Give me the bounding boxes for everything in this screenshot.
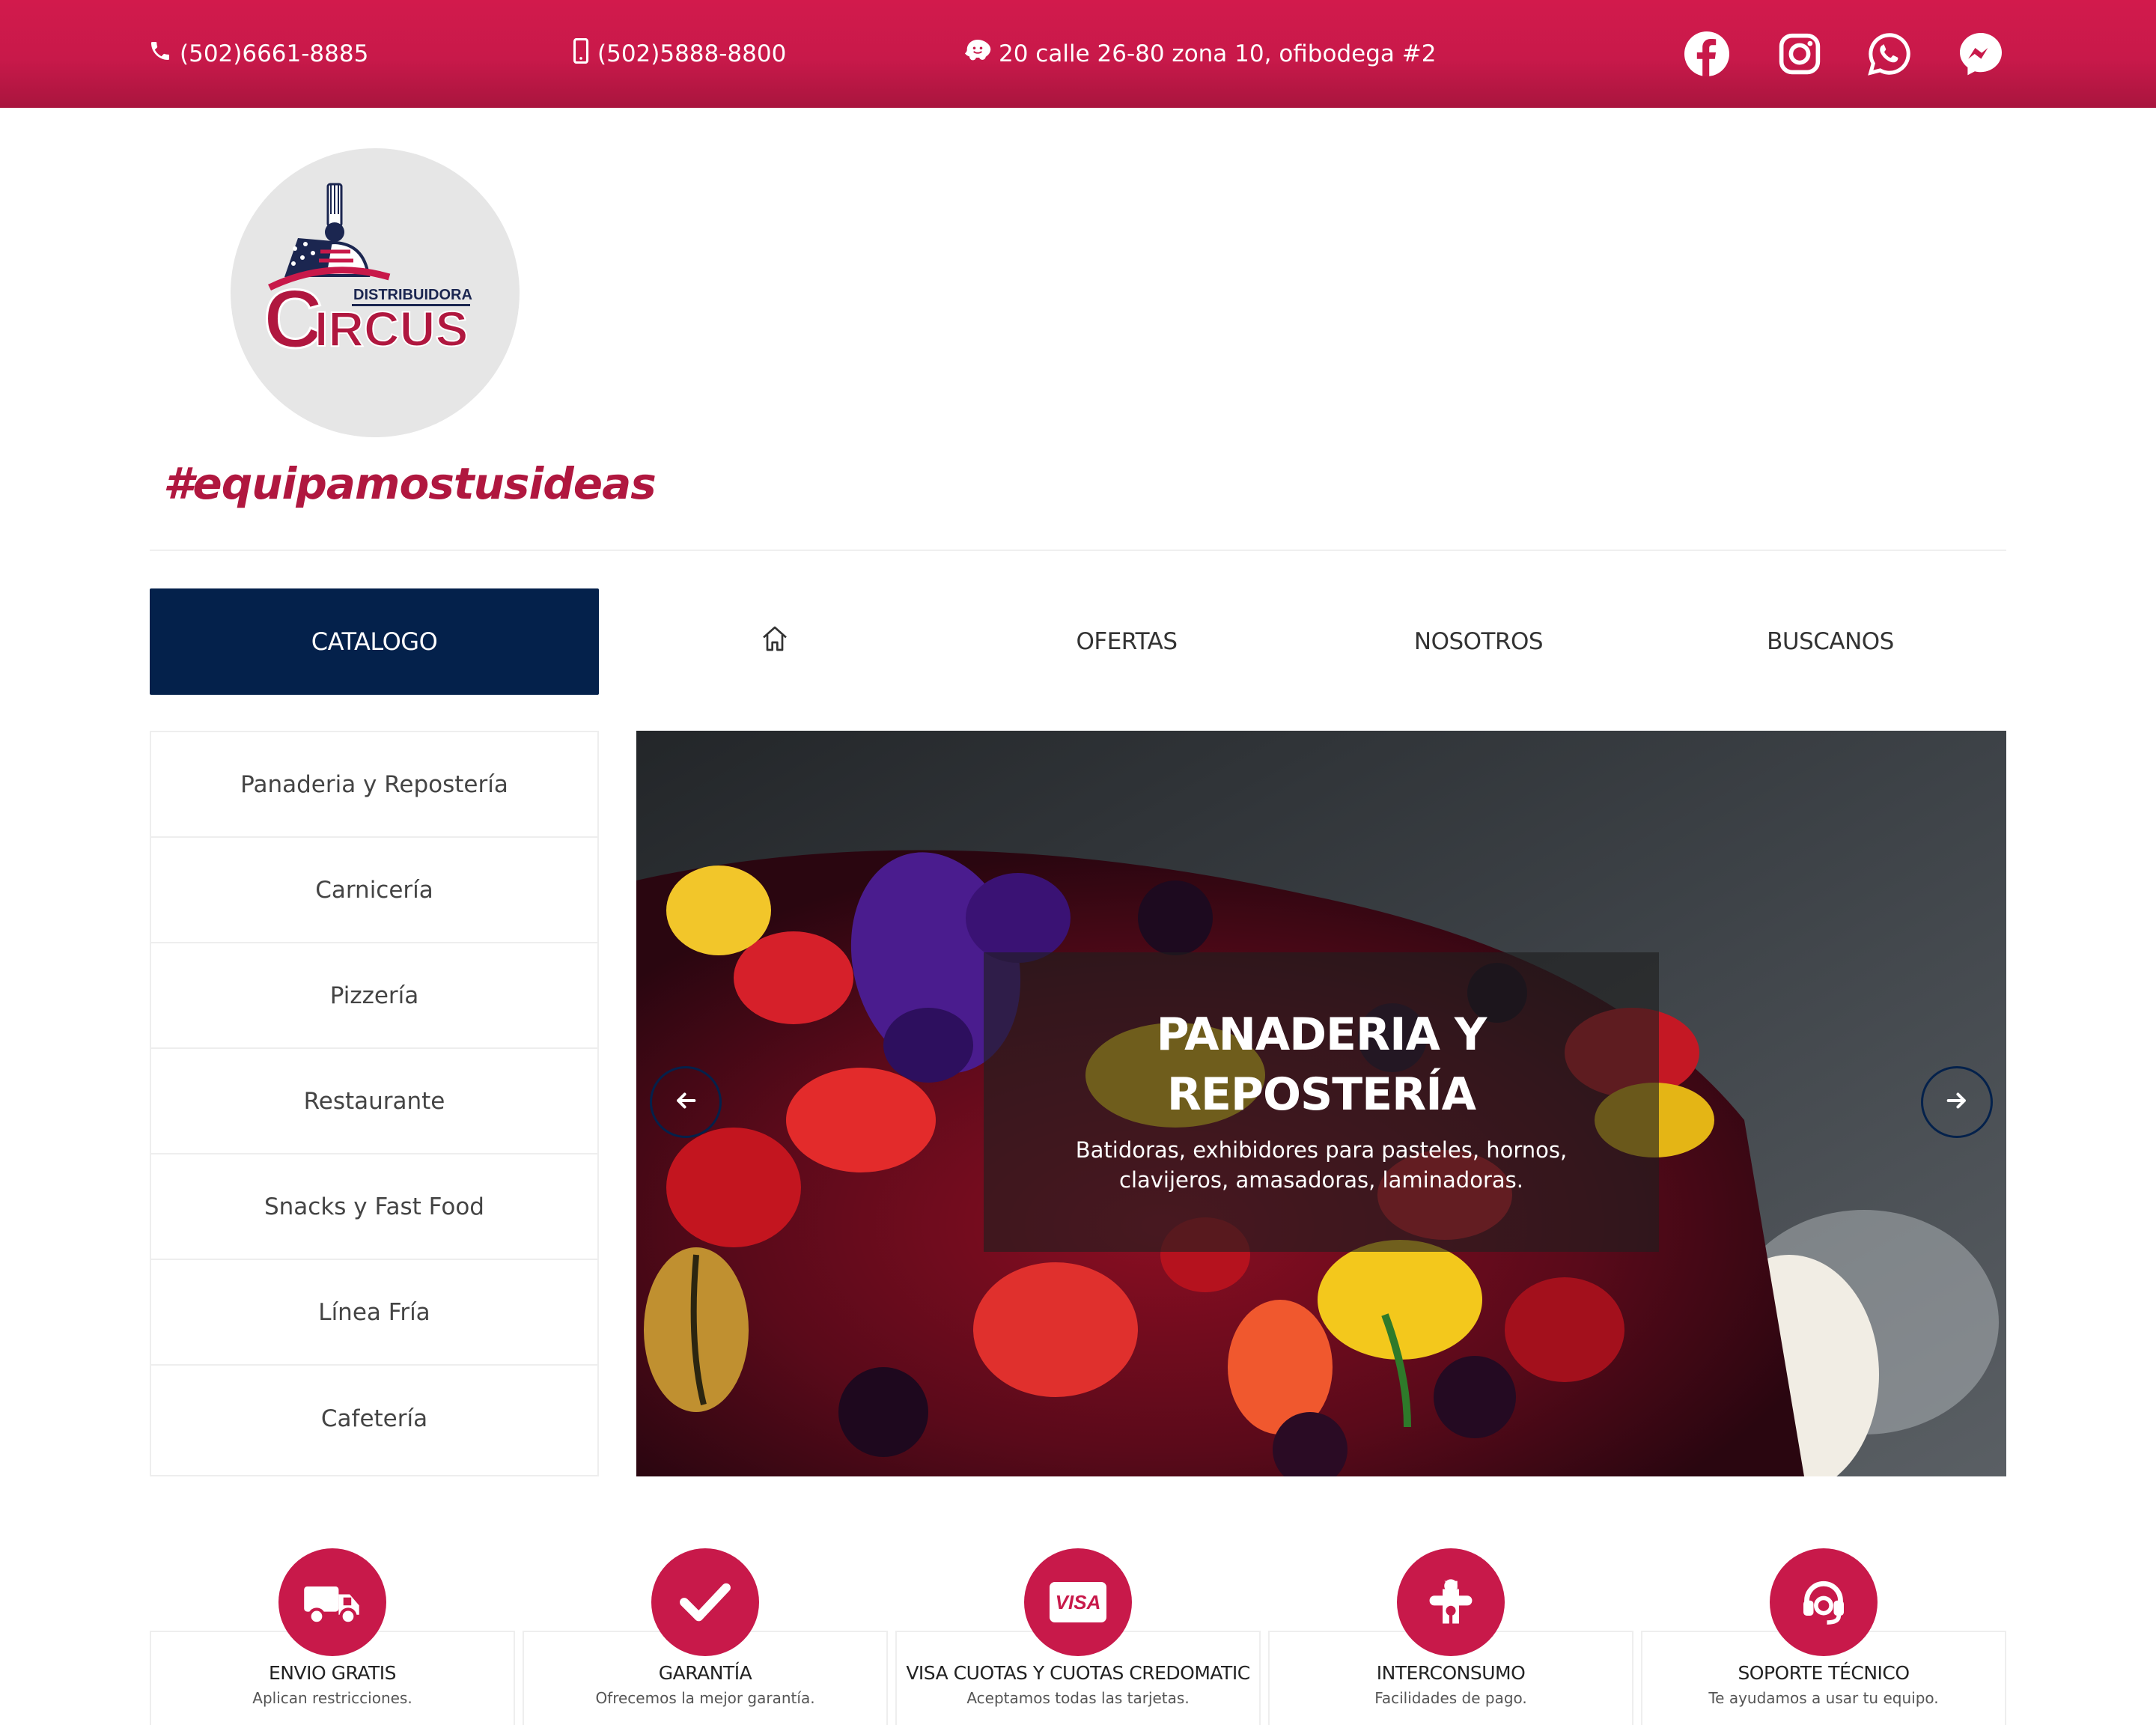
category-sidebar: Panaderia y Repostería Carnicería Pizzer… [150, 731, 599, 1476]
messenger-icon[interactable] [1955, 28, 2006, 79]
waze-icon [964, 38, 991, 70]
mobile-number: (502)5888-8800 [597, 40, 787, 67]
slide-title: PANADERIA Y REPOSTERÍA [984, 1005, 1659, 1125]
phone-number: (502)6661-8885 [180, 40, 369, 67]
visa-card-icon: VISA [1024, 1548, 1132, 1656]
slide-text-line2: clavijeros, amasadoras, laminadoras. [1119, 1167, 1523, 1193]
catalog-button[interactable]: CATALOGO [150, 588, 599, 695]
feature-title: ENVIO GRATIS [268, 1662, 397, 1684]
feature-title: VISA CUOTAS Y CUOTAS CREDOMATIC [906, 1662, 1250, 1684]
arrow-right-icon [1944, 1088, 1970, 1116]
home-icon [760, 624, 790, 660]
check-icon [651, 1548, 759, 1656]
slide-text-line1: Batidoras, exhibidores para pasteles, ho… [1075, 1137, 1568, 1163]
headset-icon [1770, 1548, 1878, 1656]
whatsapp-icon[interactable] [1864, 28, 1915, 79]
sidebar-item-pizzeria[interactable]: Pizzería [151, 943, 597, 1049]
feature-subtitle: Te ayudamos a usar tu equipo. [1708, 1689, 1939, 1707]
feature-soporte-tecnico: SOPORTE TÉCNICO Te ayudamos a usar tu eq… [1641, 1548, 2006, 1725]
address-contact[interactable]: 20 calle 26-80 zona 10, ofibodega #2 [964, 0, 1436, 108]
feature-subtitle: Aceptamos todas las tarjetas. [966, 1689, 1190, 1707]
feature-title: INTERCONSUMO [1376, 1662, 1526, 1684]
header-divider [150, 550, 2006, 551]
nav-ofertas[interactable]: OFERTAS [1011, 588, 1243, 695]
slider-next-button[interactable] [1921, 1066, 1993, 1138]
feature-subtitle: Ofrecemos la mejor garantía. [595, 1689, 815, 1707]
logo[interactable]: DISTRIBUIDORA C IRCUS [231, 148, 520, 437]
instagram-icon[interactable] [1774, 28, 1825, 79]
sidebar-item-cafeteria[interactable]: Cafetería [151, 1366, 597, 1471]
feature-envio-gratis: ENVIO GRATIS Aplican restricciones. [150, 1548, 515, 1725]
feature-interconsumo: INTERCONSUMO Facilidades de pago. [1268, 1548, 1633, 1725]
nav-buscanos[interactable]: BUSCANOS [1714, 588, 1946, 695]
feature-title: SOPORTE TÉCNICO [1738, 1662, 1910, 1684]
mobile-icon [572, 37, 590, 70]
visa-badge-text: VISA [1056, 1591, 1101, 1613]
nav-nosotros[interactable]: NOSOTROS [1362, 588, 1595, 695]
arrow-left-icon [673, 1088, 698, 1116]
truck-icon [278, 1548, 386, 1656]
feature-garantia: GARANTÍA Ofrecemos la mejor garantía. [523, 1548, 888, 1725]
feature-subtitle: Facilidades de pago. [1374, 1689, 1527, 1707]
slide-title-line2: REPOSTERÍA [1166, 1068, 1476, 1121]
sidebar-item-linea-fria[interactable]: Línea Fría [151, 1260, 597, 1366]
sidebar-item-carniceria[interactable]: Carnicería [151, 838, 597, 943]
slide-title-line1: PANADERIA Y [1156, 1008, 1487, 1061]
slider-prev-button[interactable] [650, 1066, 722, 1138]
sidebar-item-panaderia[interactable]: Panaderia y Repostería [151, 732, 597, 838]
hero-slider[interactable]: PANADERIA Y REPOSTERÍA Batidoras, exhibi… [636, 731, 2006, 1476]
puzzle-icon [1397, 1548, 1505, 1656]
facebook-icon[interactable] [1681, 28, 1732, 79]
slide-caption: PANADERIA Y REPOSTERÍA Batidoras, exhibi… [984, 952, 1659, 1252]
feature-title: GARANTÍA [658, 1662, 752, 1684]
phone-icon [148, 39, 172, 69]
nav-home[interactable] [659, 588, 891, 695]
phone-contact[interactable]: (502)6661-8885 [148, 0, 368, 108]
svg-text:IRCUS: IRCUS [314, 301, 468, 356]
feature-subtitle: Aplican restricciones. [252, 1689, 412, 1707]
top-bar: (502)6661-8885 (502)5888-8800 20 calle 2… [0, 0, 2156, 108]
address-text: 20 calle 26-80 zona 10, ofibodega #2 [999, 40, 1437, 67]
mobile-contact[interactable]: (502)5888-8800 [572, 0, 786, 108]
chef-logo-icon: DISTRIBUIDORA C IRCUS [263, 183, 472, 367]
sidebar-item-restaurante[interactable]: Restaurante [151, 1049, 597, 1154]
feature-visa-cuotas: VISA VISA CUOTAS Y CUOTAS CREDOMATIC Ace… [895, 1548, 1261, 1725]
sidebar-item-snacks[interactable]: Snacks y Fast Food [151, 1154, 597, 1260]
tagline: #equipamostusideas [163, 458, 657, 509]
slide-text: Batidoras, exhibidores para pasteles, ho… [1029, 1135, 1614, 1195]
